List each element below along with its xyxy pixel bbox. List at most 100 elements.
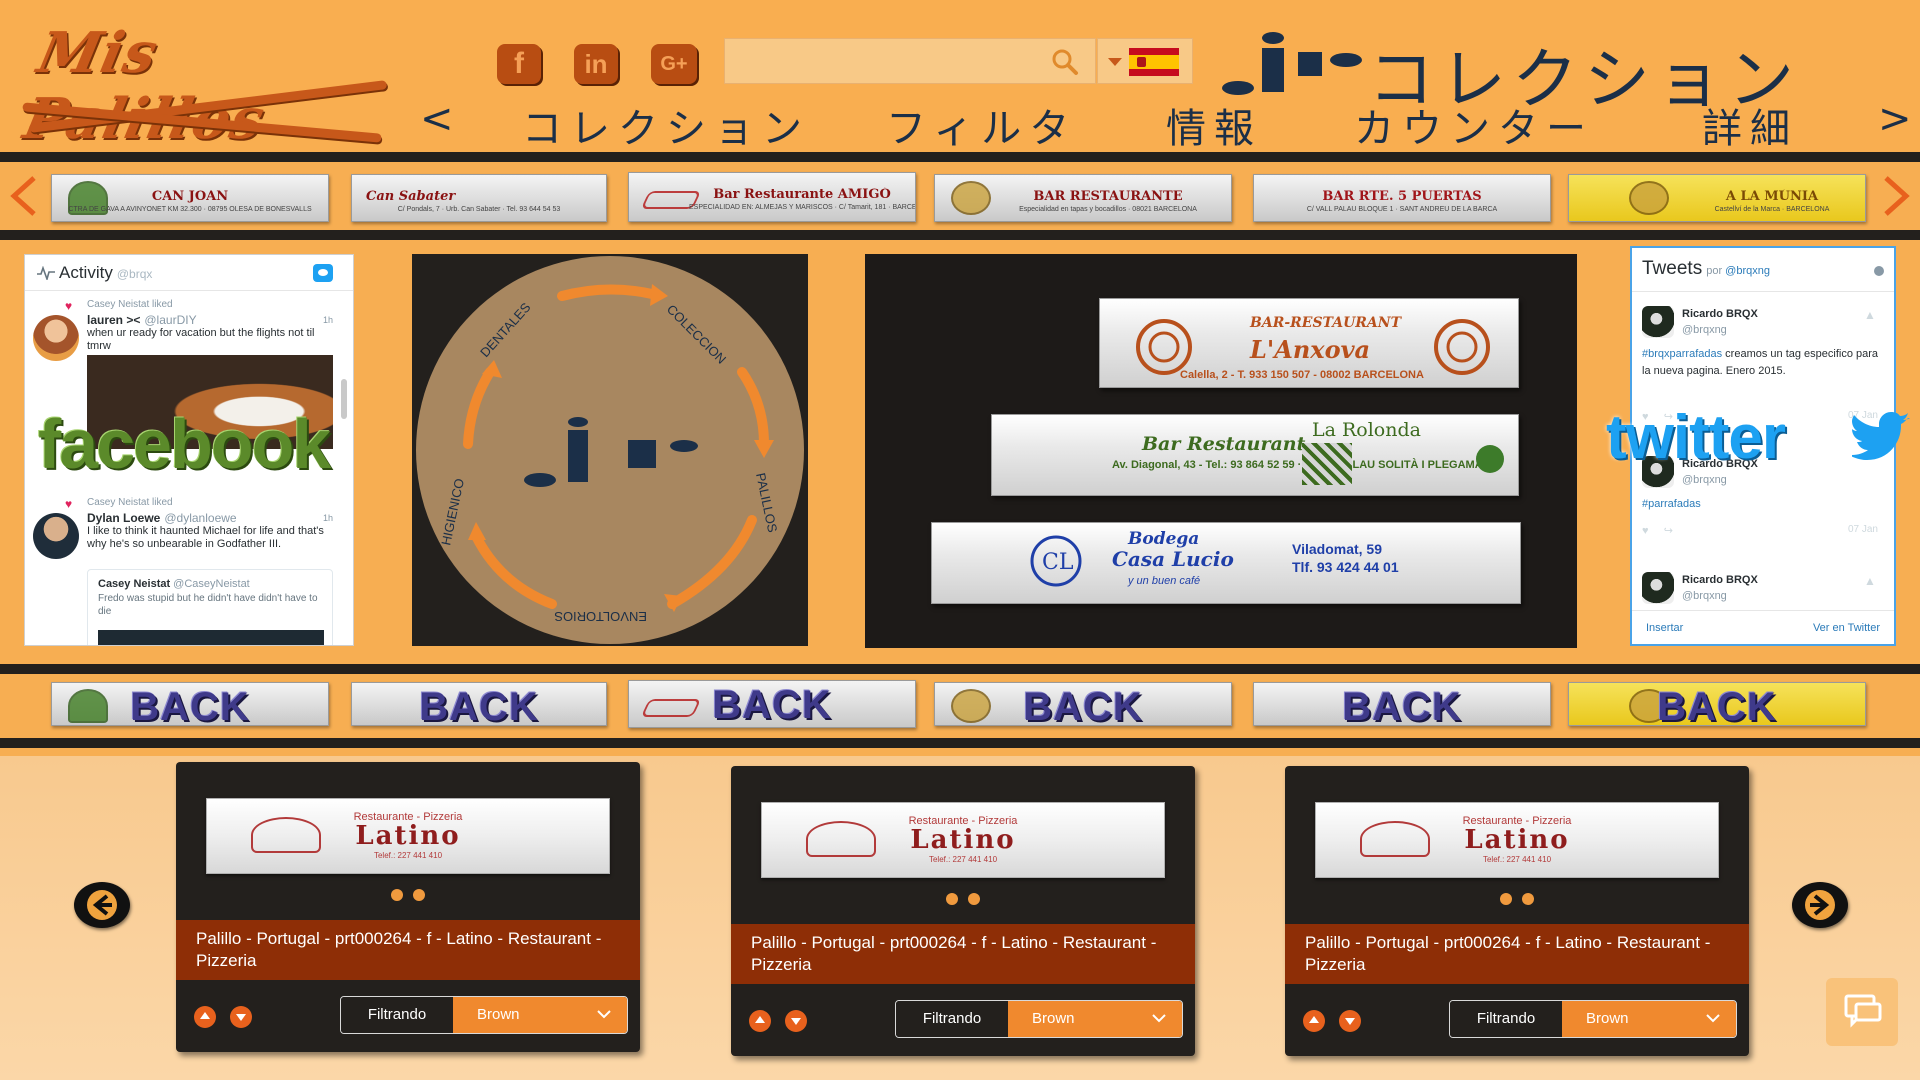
vote-buttons bbox=[194, 1006, 258, 1028]
widget-title: Activity @brqx bbox=[59, 263, 153, 282]
filter-select[interactable]: Brown bbox=[453, 997, 627, 1033]
widget-footer: Insertar Ver en Twitter bbox=[1632, 610, 1894, 644]
nav-item-counter[interactable]: カウンター bbox=[1354, 96, 1594, 154]
avatar[interactable] bbox=[33, 513, 79, 559]
sample-wrapper[interactable]: Bar Restaurant La Rolonda Av. Diagonal, … bbox=[991, 414, 1519, 496]
carousel-back-item[interactable]: BACK bbox=[1253, 682, 1551, 726]
info-icon[interactable] bbox=[1874, 266, 1884, 276]
site-logo[interactable]: Mis Palillos bbox=[18, 14, 398, 154]
prev-products-button[interactable] bbox=[74, 882, 130, 928]
pager-dot[interactable] bbox=[946, 893, 958, 905]
carousel-item[interactable]: BAR RESTAURANTE Especialidad en tapas y … bbox=[934, 174, 1232, 222]
product-title[interactable]: Palillo - Portugal - prt000264 - f - Lat… bbox=[176, 920, 640, 980]
nav-item-filtra[interactable]: フィルタ bbox=[886, 96, 1077, 154]
search-box bbox=[724, 38, 1096, 84]
carousel-item[interactable]: Can Sabater C/ Pondals, 7 · Urb. Can Sab… bbox=[351, 174, 607, 222]
carousel-back-item[interactable]: BACK bbox=[1568, 682, 1866, 726]
activity-icon bbox=[37, 266, 55, 280]
sample-name: Casa Lucio bbox=[1112, 547, 1234, 571]
tweet-author[interactable]: Ricardo BRQX bbox=[1682, 308, 1758, 320]
arrow-up-icon[interactable] bbox=[1303, 1010, 1325, 1032]
carousel-item[interactable]: Bar Restaurante AMIGÓ ESPECIALIDAD EN: A… bbox=[628, 172, 916, 222]
tweet-author[interactable]: Ricardo BRQX bbox=[1682, 574, 1758, 586]
carousel-back-item[interactable]: BACK bbox=[628, 680, 916, 728]
tweet-actions[interactable]: ♥ ↪ bbox=[1642, 524, 1673, 537]
tweet-handle[interactable]: @brqxng bbox=[1682, 474, 1727, 486]
image-pager bbox=[176, 888, 640, 906]
filter-select[interactable]: Brown bbox=[1008, 1001, 1182, 1037]
arrow-down-icon[interactable] bbox=[230, 1006, 252, 1028]
product-card[interactable]: Restaurante - Pizzeria Latino Telef.: 22… bbox=[1285, 766, 1749, 1056]
activity-item[interactable]: ♥ Casey Neistat liked Dylan Loewe @dylanl… bbox=[25, 485, 353, 645]
chevron-down-icon bbox=[1706, 1014, 1720, 1023]
sample-wrapper[interactable]: CL Bodega Casa Lucio y un buen café Vila… bbox=[931, 522, 1521, 604]
product-image[interactable]: Restaurante - Pizzeria Latino Telef.: 22… bbox=[761, 802, 1165, 878]
filter-label: Filtrando bbox=[341, 997, 453, 1033]
twitter-logo-text[interactable]: twitter bbox=[1606, 402, 1786, 473]
wheel-label-envoltorios[interactable]: ENVOLTORIOS bbox=[554, 609, 647, 624]
user-name[interactable]: lauren >< @laurDIY bbox=[87, 313, 197, 327]
avatar[interactable] bbox=[1642, 306, 1674, 338]
carousel-back-item[interactable]: BACK bbox=[351, 682, 607, 726]
search-icon[interactable] bbox=[1051, 48, 1079, 76]
product-image[interactable]: Restaurante - Pizzeria Latino Telef.: 22… bbox=[1315, 802, 1719, 878]
chevron-right-icon[interactable] bbox=[1882, 174, 1912, 218]
pager-dot[interactable] bbox=[391, 889, 403, 901]
product-card[interactable]: Restaurante - Pizzeria Latino Telef.: 22… bbox=[176, 762, 640, 1052]
carousel-back-item[interactable]: BACK bbox=[51, 682, 329, 726]
pager-dot[interactable] bbox=[1522, 893, 1534, 905]
pager-dot[interactable] bbox=[968, 893, 980, 905]
tweet-handle[interactable]: @brqxng bbox=[1682, 324, 1727, 336]
google-plus-icon[interactable]: G+ bbox=[651, 44, 697, 84]
nav-next-button[interactable]: > bbox=[1878, 96, 1920, 142]
avatar[interactable] bbox=[33, 315, 79, 361]
quote-text: Fredo was stupid but he didn't have didn… bbox=[98, 593, 318, 617]
back-carousel: BACK BACK BACK BACK BACK BACK bbox=[0, 674, 1920, 732]
product-title[interactable]: Palillo - Portugal - prt000264 - f - Lat… bbox=[1285, 924, 1749, 984]
twitter-icon[interactable] bbox=[313, 264, 333, 282]
carousel-item[interactable]: BAR RTE. 5 PUERTAS C/ VALL PALAU BLOQUE … bbox=[1253, 174, 1551, 222]
pager-dot[interactable] bbox=[413, 889, 425, 901]
linkedin-icon[interactable]: in bbox=[574, 44, 618, 84]
product-image[interactable]: Restaurante - Pizzeria Latino Telef.: 22… bbox=[206, 798, 610, 874]
tweet[interactable]: Ricardo BRQX @brqxng ▲ bbox=[1632, 564, 1894, 604]
arrow-down-icon[interactable] bbox=[1339, 1010, 1361, 1032]
filter-control: Filtrando Brown bbox=[340, 996, 628, 1034]
sample-wrapper[interactable]: BAR-RESTAURANT L'Anxova Calella, 2 - T. … bbox=[1099, 298, 1519, 388]
carousel-item[interactable]: CAN JOAN CTRA DE GAVA A AVINYONET KM 32.… bbox=[51, 174, 329, 222]
product-card[interactable]: Restaurante - Pizzeria Latino Telef.: 22… bbox=[731, 766, 1195, 1056]
quoted-tweet[interactable]: Casey Neistat @CaseyNeistat Fredo was stu… bbox=[87, 569, 333, 645]
view-on-twitter-link[interactable]: Ver en Twitter bbox=[1813, 622, 1880, 634]
next-products-button[interactable] bbox=[1792, 882, 1848, 928]
chat-button[interactable] bbox=[1826, 978, 1898, 1046]
avatar[interactable] bbox=[1642, 572, 1674, 604]
language-selector[interactable] bbox=[1097, 38, 1193, 84]
scrollbar[interactable] bbox=[341, 379, 347, 419]
nav-item-details[interactable]: 詳細 bbox=[1702, 96, 1798, 154]
carousel-item-sub: Castellví de la Marca · BARCELONA bbox=[1714, 206, 1830, 213]
user-name[interactable]: Dylan Loewe @dylanloewe bbox=[87, 511, 237, 525]
product-image-name: Latino bbox=[1464, 825, 1570, 855]
pager-dot[interactable] bbox=[1500, 893, 1512, 905]
widget-title: Tweets por @brqxng bbox=[1642, 258, 1770, 279]
product-title[interactable]: Palillo - Portugal - prt000264 - f - Lat… bbox=[731, 924, 1195, 984]
facebook-logo-text[interactable]: facebook bbox=[38, 404, 331, 484]
category-wheel[interactable]: COLECCION PALILLOS ENVOLTORIOS HIGIENICO… bbox=[412, 254, 808, 646]
chevron-left-icon[interactable] bbox=[8, 174, 38, 218]
nav-item-info[interactable]: 情報 bbox=[1166, 96, 1262, 154]
sample-name: La Rolonda bbox=[1312, 419, 1421, 441]
carousel-item[interactable]: A LA MÚNIA Castellví de la Marca · BARCE… bbox=[1568, 174, 1866, 222]
nav-item-coleccion[interactable]: コレクション bbox=[522, 96, 810, 154]
arrow-down-icon[interactable] bbox=[785, 1010, 807, 1032]
search-input[interactable] bbox=[733, 45, 1033, 77]
arrow-up-icon[interactable] bbox=[749, 1010, 771, 1032]
tweet-handle[interactable]: @brqxng bbox=[1682, 590, 1727, 602]
timestamp: 1h bbox=[322, 315, 333, 325]
carousel-back-item[interactable]: BACK bbox=[934, 682, 1232, 726]
arrow-up-icon[interactable] bbox=[194, 1006, 216, 1028]
filter-select[interactable]: Brown bbox=[1562, 1001, 1736, 1037]
twitter-bird-icon[interactable] bbox=[1852, 412, 1912, 464]
facebook-icon[interactable]: f bbox=[497, 44, 541, 84]
embed-link[interactable]: Insertar bbox=[1646, 622, 1683, 634]
nav-prev-button[interactable]: < bbox=[420, 96, 462, 142]
